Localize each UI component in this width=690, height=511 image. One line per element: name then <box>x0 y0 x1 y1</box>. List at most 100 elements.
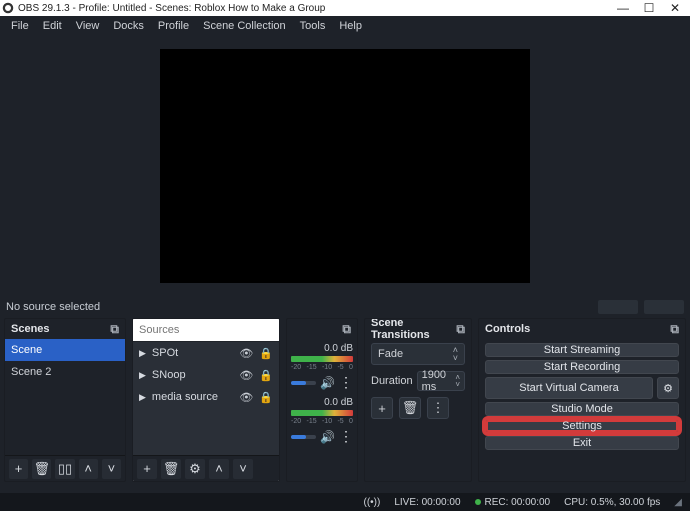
menu-view[interactable]: View <box>69 18 107 34</box>
scenes-header: Scenes <box>11 323 110 335</box>
sources-search-input[interactable] <box>133 319 279 341</box>
mixer-scale: -20-15-10-50 <box>291 364 353 372</box>
scenes-toolbar: + 🗑 ▯▯ ˄ ˅ <box>5 455 125 481</box>
preview-canvas[interactable] <box>160 49 530 283</box>
visibility-icon[interactable]: 👁 <box>239 369 253 382</box>
rec-indicator-icon <box>475 499 481 505</box>
resize-grip-icon[interactable]: ◢ <box>674 497 682 508</box>
controls-header: Controls <box>485 323 670 335</box>
status-live: LIVE: 00:00:00 <box>394 497 460 508</box>
settings-button[interactable]: Settings <box>485 419 679 433</box>
toolbar-stub-right[interactable] <box>644 300 684 314</box>
play-icon: ▶ <box>139 392 146 403</box>
transitions-dock: Scene Transitions ⧉ Fade ˄˅ Duration 190… <box>364 318 472 482</box>
menu-file[interactable]: File <box>4 18 36 34</box>
scene-item[interactable]: Scene <box>5 339 125 361</box>
speaker-icon[interactable]: 🔊 <box>320 430 335 444</box>
scene-down-button[interactable]: ˅ <box>102 459 121 479</box>
sources-toolbar: + 🗑 ⚙ ˄ ˅ <box>133 455 279 481</box>
network-icon: ((•)) <box>364 497 381 508</box>
scenes-dock: Scenes ⧉ Scene Scene 2 + 🗑 ▯▯ ˄ ˅ <box>4 318 126 482</box>
add-scene-button[interactable]: + <box>9 459 28 479</box>
maximize-button[interactable]: ☐ <box>636 1 662 15</box>
remove-scene-button[interactable]: 🗑 <box>32 459 51 479</box>
channel-menu-icon[interactable]: ⋮ <box>339 428 353 445</box>
duration-label: Duration <box>371 375 413 387</box>
menu-help[interactable]: Help <box>332 18 369 34</box>
scene-up-button[interactable]: ˄ <box>79 459 98 479</box>
toolbar-stub-left[interactable] <box>598 300 638 314</box>
docks-row: Scenes ⧉ Scene Scene 2 + 🗑 ▯▯ ˄ ˅ ▶ SPOt… <box>0 318 690 486</box>
visibility-icon[interactable]: 👁 <box>239 347 253 360</box>
titlebar: OBS 29.1.3 - Profile: Untitled - Scenes:… <box>0 0 690 16</box>
menubar: File Edit View Docks Profile Scene Colle… <box>0 16 690 36</box>
visibility-icon[interactable]: 👁 <box>239 391 253 404</box>
start-virtual-camera-button[interactable]: Start Virtual Camera <box>485 377 653 399</box>
popout-icon[interactable]: ⧉ <box>110 322 119 337</box>
virtual-camera-settings-button[interactable]: ⚙ <box>657 377 679 399</box>
scene-item[interactable]: Scene 2 <box>5 361 125 383</box>
minimize-button[interactable]: — <box>610 1 636 15</box>
lock-icon[interactable]: 🔒 <box>259 369 273 382</box>
add-source-button[interactable]: + <box>137 459 157 479</box>
remove-source-button[interactable]: 🗑 <box>161 459 181 479</box>
no-source-bar: No source selected <box>0 296 690 318</box>
start-recording-button[interactable]: Start Recording <box>485 360 679 374</box>
remove-transition-button[interactable]: 🗑 <box>399 397 421 419</box>
status-rec: REC: 00:00:00 <box>485 497 551 508</box>
duration-input[interactable]: 1900 ms ˄˅ <box>417 371 465 391</box>
source-item[interactable]: ▶ media source 👁 🔒 <box>133 386 279 408</box>
sources-search <box>133 319 279 341</box>
source-item[interactable]: ▶ SPOt 👁 🔒 <box>133 342 279 364</box>
mixer-meter <box>291 356 353 362</box>
popout-icon[interactable]: ⧉ <box>670 322 679 337</box>
source-list: ▶ SPOt 👁 🔒 ▶ SNoop 👁 🔒 ▶ media source 👁 … <box>133 341 279 455</box>
exit-button[interactable]: Exit <box>485 436 679 450</box>
volume-slider[interactable] <box>291 381 316 385</box>
popout-icon[interactable]: ⧉ <box>456 322 465 337</box>
sources-dock: ▶ SPOt 👁 🔒 ▶ SNoop 👁 🔒 ▶ media source 👁 … <box>132 318 280 482</box>
add-transition-button[interactable]: + <box>371 397 393 419</box>
mixer-meter <box>291 410 353 416</box>
source-up-button[interactable]: ˄ <box>209 459 229 479</box>
stepper-arrows-icon: ˄˅ <box>455 374 460 388</box>
play-icon: ▶ <box>139 370 146 381</box>
status-cpu: CPU: 0.5%, 30.00 fps <box>564 497 660 508</box>
menu-edit[interactable]: Edit <box>36 18 69 34</box>
popout-icon[interactable]: ⧉ <box>342 322 351 337</box>
mixer-db: 0.0 dB <box>291 397 353 408</box>
play-icon: ▶ <box>139 348 146 359</box>
transition-select[interactable]: Fade ˄˅ <box>371 343 465 365</box>
stepper-arrows-icon: ˄˅ <box>453 346 458 362</box>
source-down-button[interactable]: ˅ <box>233 459 253 479</box>
close-button[interactable]: ✕ <box>662 1 688 15</box>
scene-list: Scene Scene 2 <box>5 339 125 455</box>
menu-tools[interactable]: Tools <box>293 18 333 34</box>
mixer-channel: 0.0 dB -20-15-10-50 🔊 ⋮ <box>291 397 353 445</box>
transitions-header: Scene Transitions <box>371 318 456 341</box>
app-icon <box>2 2 14 14</box>
audio-mixer-dock: ⧉ 0.0 dB -20-15-10-50 🔊 ⋮ 0.0 dB -20-1 <box>286 318 358 482</box>
preview-area <box>0 36 690 296</box>
channel-menu-icon[interactable]: ⋮ <box>339 374 353 391</box>
source-item[interactable]: ▶ SNoop 👁 🔒 <box>133 364 279 386</box>
mixer-db: 0.0 dB <box>291 343 353 354</box>
lock-icon[interactable]: 🔒 <box>259 347 273 360</box>
start-streaming-button[interactable]: Start Streaming <box>485 343 679 357</box>
window-title: OBS 29.1.3 - Profile: Untitled - Scenes:… <box>18 3 610 14</box>
studio-mode-button[interactable]: Studio Mode <box>485 402 679 416</box>
menu-profile[interactable]: Profile <box>151 18 196 34</box>
source-properties-button[interactable]: ⚙ <box>185 459 205 479</box>
mixer-scale: -20-15-10-50 <box>291 418 353 426</box>
transition-menu-button[interactable]: ⋮ <box>427 397 449 419</box>
menu-docks[interactable]: Docks <box>106 18 151 34</box>
speaker-icon[interactable]: 🔊 <box>320 376 335 390</box>
volume-slider[interactable] <box>291 435 316 439</box>
lock-icon[interactable]: 🔒 <box>259 391 273 404</box>
statusbar: ((•)) LIVE: 00:00:00 REC: 00:00:00 CPU: … <box>0 493 690 511</box>
controls-dock: Controls ⧉ Start Streaming Start Recordi… <box>478 318 686 482</box>
mixer-channel: 0.0 dB -20-15-10-50 🔊 ⋮ <box>291 343 353 391</box>
menu-scene-collection[interactable]: Scene Collection <box>196 18 293 34</box>
scene-filter-button[interactable]: ▯▯ <box>55 459 74 479</box>
no-source-text: No source selected <box>6 301 100 313</box>
